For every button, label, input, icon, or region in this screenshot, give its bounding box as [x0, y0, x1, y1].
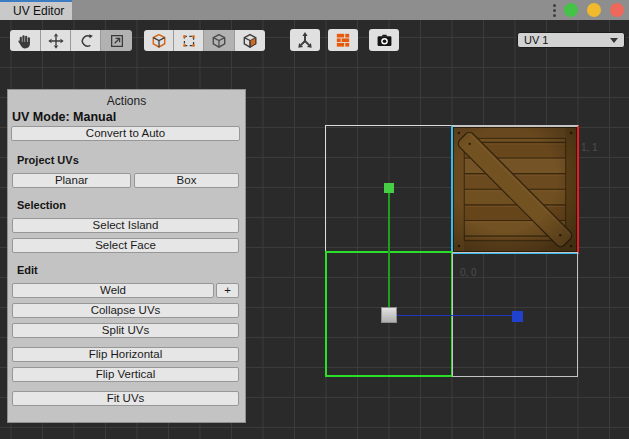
- texture-face-mode-button[interactable]: [235, 30, 265, 51]
- face-mode-button[interactable]: [204, 30, 235, 51]
- edge-mode-icon: [181, 33, 197, 49]
- window-button-red[interactable]: [610, 3, 624, 17]
- uv-layout-button[interactable]: [328, 29, 358, 51]
- vertex-mode-button[interactable]: [144, 30, 174, 51]
- gizmo-x-handle[interactable]: [512, 311, 523, 322]
- uv-mode-label: UV Mode: Manual: [12, 110, 116, 124]
- weld-button[interactable]: Weld: [12, 283, 214, 298]
- rotate-icon: [78, 33, 94, 49]
- vertex-mode-icon: [151, 33, 167, 49]
- panel-title: Actions: [8, 94, 245, 108]
- collapse-uvs-button[interactable]: Collapse UVs: [12, 303, 239, 318]
- uv-channel-value: UV 1: [524, 34, 610, 46]
- texture-face-icon: [242, 33, 258, 49]
- uv-coord-unit-label: 1, 1: [581, 142, 598, 153]
- render-uv-snapshot-button[interactable]: [369, 29, 399, 51]
- scale-icon: [109, 33, 125, 49]
- project-uvs-label: Project UVs: [17, 154, 79, 166]
- uv-coord-origin-label: 0, 0: [460, 267, 477, 278]
- unwrap-arrows-icon: [296, 31, 314, 49]
- hand-icon: [17, 33, 33, 49]
- uv-island-textured[interactable]: [451, 125, 579, 254]
- selection-label: Selection: [17, 199, 66, 211]
- window-button-yellow[interactable]: [587, 3, 601, 17]
- select-island-button[interactable]: Select Island: [12, 218, 239, 233]
- element-mode-group: [144, 30, 265, 51]
- fit-uvs-button[interactable]: Fit UVs: [12, 391, 239, 406]
- split-uvs-button[interactable]: Split UVs: [12, 323, 239, 338]
- scale-tool-button[interactable]: [101, 30, 132, 51]
- uv-channel-dropdown[interactable]: UV 1: [517, 32, 625, 48]
- gizmo-x-axis: [397, 315, 512, 317]
- rotate-tool-button[interactable]: [71, 30, 101, 51]
- gizmo-pivot-handle[interactable]: [381, 307, 397, 323]
- bricks-icon: [335, 32, 351, 48]
- select-face-button[interactable]: Select Face: [12, 238, 239, 253]
- crate-texture: [453, 127, 577, 252]
- kebab-menu-icon[interactable]: [551, 4, 557, 18]
- edge-mode-button[interactable]: [174, 30, 204, 51]
- gizmo-y-handle[interactable]: [384, 183, 394, 193]
- weld-options-button[interactable]: +: [216, 283, 239, 298]
- texture-move-button[interactable]: [290, 29, 320, 51]
- box-button[interactable]: Box: [134, 173, 239, 188]
- pan-tool-button[interactable]: [10, 30, 41, 51]
- camera-icon: [376, 32, 393, 49]
- move-tool-button[interactable]: [41, 30, 71, 51]
- uv-editor-window: UV Editor: [0, 0, 629, 439]
- flip-horizontal-button[interactable]: Flip Horizontal: [12, 347, 239, 362]
- chevron-down-icon: [610, 38, 618, 43]
- window-button-green[interactable]: [564, 3, 578, 17]
- convert-to-auto-button[interactable]: Convert to Auto: [11, 126, 240, 141]
- actions-panel: Actions UV Mode: Manual Convert to Auto …: [7, 89, 246, 423]
- transform-tools-group: [10, 30, 132, 51]
- edit-label: Edit: [17, 264, 38, 276]
- face-mode-icon: [211, 33, 227, 49]
- planar-button[interactable]: Planar: [12, 173, 131, 188]
- titlebar: UV Editor: [0, 0, 629, 20]
- flip-vertical-button[interactable]: Flip Vertical: [12, 367, 239, 382]
- gizmo-y-axis: [388, 193, 390, 315]
- uv-canvas[interactable]: UV 1: [0, 20, 629, 439]
- tab-uv-editor[interactable]: UV Editor: [0, 0, 72, 20]
- tab-title: UV Editor: [13, 4, 64, 18]
- move-icon: [48, 33, 64, 49]
